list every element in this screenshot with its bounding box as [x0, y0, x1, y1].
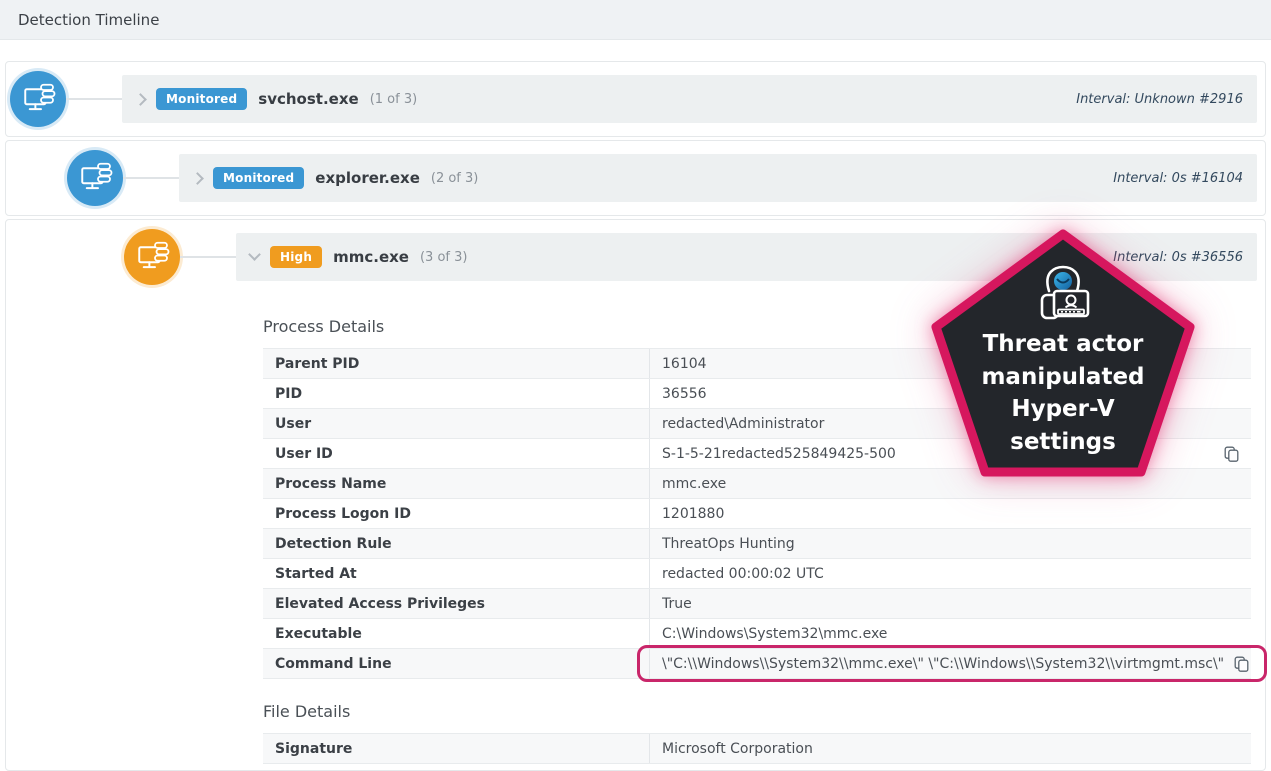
process-name: mmc.exe: [333, 248, 409, 266]
interval-label: Interval: Unknown #2916: [1076, 92, 1243, 107]
detail-row: Signature Microsoft Corporation: [263, 734, 1251, 764]
chevron-down-icon[interactable]: [248, 248, 261, 261]
detail-row: Command Line \"C:\\Windows\\System32\\mm…: [263, 649, 1251, 679]
detail-value: Microsoft Corporation: [650, 734, 1251, 763]
detail-label: PID: [263, 379, 650, 408]
chevron-right-icon[interactable]: [191, 172, 204, 185]
process-name: explorer.exe: [315, 169, 420, 187]
copy-icon[interactable]: [1224, 446, 1239, 462]
detail-label: Detection Rule: [263, 529, 650, 558]
chevron-right-icon[interactable]: [134, 93, 147, 106]
threat-annotation: Threat actor manipulated Hyper-V setting…: [928, 226, 1198, 480]
detail-value-text: True: [662, 596, 1239, 612]
computer-process-icon: [74, 157, 116, 199]
detail-value-text: redacted 00:00:02 UTC: [662, 566, 1239, 582]
detail-row: Process Logon ID 1201880: [263, 499, 1251, 529]
entry-header[interactable]: Monitored svchost.exe (1 of 3) Interval:…: [122, 75, 1257, 123]
entry-header[interactable]: Monitored explorer.exe (2 of 3) Interval…: [179, 154, 1257, 202]
detail-label: Started At: [263, 559, 650, 588]
process-count: (1 of 3): [370, 92, 417, 107]
detail-label: Elevated Access Privileges: [263, 589, 650, 618]
page-title: Detection Timeline: [18, 11, 159, 29]
detail-label: User: [263, 409, 650, 438]
detail-label: Process Logon ID: [263, 499, 650, 528]
process-node-icon: [67, 150, 123, 206]
timeline-entry-svchost: Monitored svchost.exe (1 of 3) Interval:…: [5, 61, 1266, 137]
interval-label: Interval: 0s #16104: [1113, 171, 1243, 186]
detail-value-text: 1201880: [662, 506, 1239, 522]
file-details-heading: File Details: [263, 702, 1251, 721]
computer-process-icon: [17, 78, 59, 120]
timeline-connector: [180, 256, 236, 258]
detail-value: redacted 00:00:02 UTC: [650, 559, 1251, 588]
page-header: Detection Timeline: [0, 0, 1271, 40]
detail-value: ThreatOps Hunting: [650, 529, 1251, 558]
detail-value: True: [650, 589, 1251, 618]
process-name: svchost.exe: [258, 90, 358, 108]
status-badge: Monitored: [213, 167, 304, 189]
detail-value-text: C:\Windows\System32\mmc.exe: [662, 626, 1239, 642]
detail-row: Executable C:\Windows\System32\mmc.exe: [263, 619, 1251, 649]
detail-value: 1201880: [650, 499, 1251, 528]
annotation-text: Threat actor manipulated Hyper-V setting…: [963, 328, 1163, 459]
process-node-icon: [124, 229, 180, 285]
detail-row: Detection Rule ThreatOps Hunting: [263, 529, 1251, 559]
detail-label: Executable: [263, 619, 650, 648]
detail-value-text: ThreatOps Hunting: [662, 536, 1239, 552]
process-node-icon: [10, 71, 66, 127]
detail-label: Command Line: [263, 649, 650, 678]
timeline-entry-explorer: Monitored explorer.exe (2 of 3) Interval…: [5, 140, 1266, 216]
detail-label: Parent PID: [263, 349, 650, 378]
detail-row: Elevated Access Privileges True: [263, 589, 1251, 619]
status-badge: High: [270, 246, 322, 268]
detail-value-text: \"C:\\Windows\\System32\\mmc.exe\" \"C:\…: [662, 656, 1224, 672]
timeline-connector: [66, 98, 122, 100]
detail-label: User ID: [263, 439, 650, 468]
detail-label: Process Name: [263, 469, 650, 498]
file-details-table: Signature Microsoft Corporation: [263, 733, 1251, 764]
timeline-connector: [123, 177, 179, 179]
copy-icon[interactable]: [1234, 656, 1249, 672]
detail-row: Started At redacted 00:00:02 UTC: [263, 559, 1251, 589]
computer-process-icon: [131, 236, 173, 278]
detail-value: \"C:\\Windows\\System32\\mmc.exe\" \"C:\…: [650, 649, 1261, 678]
detail-value: C:\Windows\System32\mmc.exe: [650, 619, 1251, 648]
detail-value-text: Microsoft Corporation: [662, 741, 1239, 757]
status-badge: Monitored: [156, 88, 247, 110]
process-count: (3 of 3): [420, 250, 467, 265]
process-count: (2 of 3): [431, 171, 478, 186]
detail-label: Signature: [263, 734, 650, 763]
hacker-at-laptop-icon: [1029, 264, 1097, 322]
